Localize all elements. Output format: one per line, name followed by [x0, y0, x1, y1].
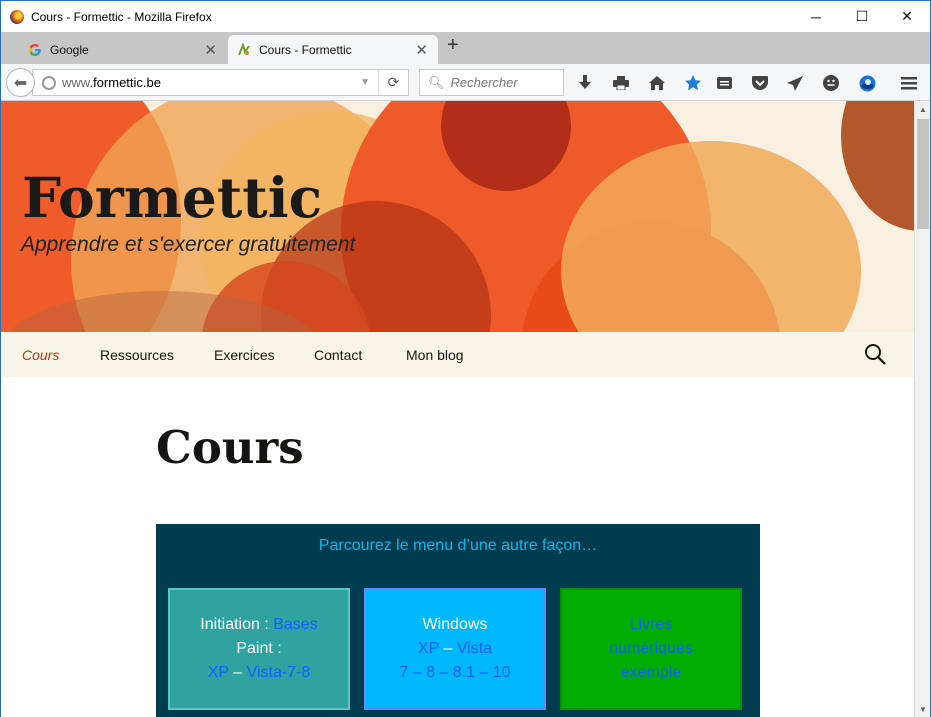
box-windows: Windows XP – Vista 7 – 8 – 8.1 – 10	[364, 588, 546, 710]
tab-strip: Google ✕ Cours - Formettic ✕	[1, 32, 930, 64]
url-domain: formettic.be	[93, 75, 161, 90]
window-titlebar: Cours - Formettic - Mozilla Firefox ─ ☐ …	[1, 1, 930, 32]
home-icon[interactable]	[646, 72, 668, 94]
tab-cours-formettic[interactable]: Cours - Formettic ✕	[228, 35, 438, 64]
url-bar[interactable]: www.formettic.be ▼ ⟳	[32, 69, 409, 96]
nav-item-mon-blog[interactable]: Mon blog	[406, 347, 464, 363]
download-icon[interactable]	[574, 72, 596, 94]
url-dropdown-icon[interactable]: ▼	[360, 77, 370, 88]
label-initiation: Initiation :	[200, 616, 274, 633]
nav-item-cours[interactable]: Cours	[22, 347, 59, 363]
url-prefix: www.	[62, 75, 94, 90]
bookmark-star-icon[interactable]	[682, 72, 704, 94]
pocket-icon[interactable]	[749, 72, 771, 94]
separator: –	[438, 640, 457, 657]
close-tab-icon[interactable]: ✕	[415, 41, 428, 59]
print-icon[interactable]	[610, 72, 632, 94]
globe-icon	[42, 75, 56, 90]
label-windows: Windows	[422, 616, 488, 633]
box-initiation: Initiation : Bases Paint : XP – Vista-7-…	[168, 588, 350, 710]
send-icon[interactable]	[784, 72, 806, 94]
main-nav: Cours Ressources Exercices Contact Mon b…	[1, 332, 914, 377]
scroll-thumb[interactable]	[917, 119, 929, 229]
search-box[interactable]: 🔍︎ Rechercher	[419, 69, 564, 96]
page-title: Cours	[156, 421, 304, 474]
search-placeholder: Rechercher	[450, 75, 518, 90]
sync-icon[interactable]	[856, 72, 878, 94]
link-paint-xp[interactable]: XP	[208, 664, 229, 681]
box-line: Initiation : Bases	[200, 613, 317, 637]
link-numeriques[interactable]: numériques	[609, 637, 693, 661]
minimize-button[interactable]: ─	[793, 1, 839, 32]
link-livres[interactable]: Livres	[630, 613, 673, 637]
link-windows-xp[interactable]: XP	[418, 640, 439, 657]
reload-icon[interactable]: ⟳	[378, 70, 408, 95]
vertical-scrollbar[interactable]: ▲ ▼	[914, 101, 930, 717]
back-button[interactable]: ⬅	[6, 68, 35, 97]
reading-list-icon[interactable]	[713, 72, 735, 94]
box-livres: Livres numériques exemple	[560, 588, 742, 710]
close-window-button[interactable]: ✕	[884, 1, 930, 32]
hamburger-menu-icon[interactable]	[898, 72, 920, 94]
close-tab-icon[interactable]: ✕	[204, 41, 217, 59]
box-line: XP – Vista-7-8	[208, 661, 311, 685]
alt-menu-panel: Parcourez le menu d’une autre façon… Ini…	[156, 524, 760, 717]
maximize-button[interactable]: ☐	[839, 1, 885, 32]
tab-google[interactable]: Google ✕	[19, 35, 227, 64]
navigation-toolbar: www.formettic.be ▼ ⟳ ⬅ 🔍︎ Rechercher	[1, 64, 930, 101]
back-arrow-icon: ⬅	[13, 74, 28, 92]
page-viewport: Formettic Apprendre et s'exercer gratuit…	[1, 101, 914, 717]
link-exemple[interactable]: exemple	[621, 661, 681, 685]
emoji-icon[interactable]	[820, 72, 842, 94]
nav-item-exercices[interactable]: Exercices	[214, 347, 275, 363]
google-icon	[28, 43, 42, 57]
box-line: XP – Vista	[418, 637, 492, 661]
panel-heading: Parcourez le menu d’une autre façon…	[318, 537, 598, 554]
label-paint: Paint :	[236, 640, 282, 657]
link-windows-vista[interactable]: Vista	[457, 640, 492, 657]
nav-item-contact[interactable]: Contact	[314, 347, 362, 363]
formettic-icon	[237, 42, 251, 57]
link-paint-vista-7-8[interactable]: Vista-7-8	[247, 664, 311, 681]
link-windows-7-8-10[interactable]: 7 – 8 – 8.1 – 10	[399, 661, 510, 685]
tab-title: Google	[50, 42, 89, 57]
scroll-up-icon[interactable]: ▲	[915, 101, 931, 117]
tab-title: Cours - Formettic	[259, 42, 352, 57]
header-banner: Formettic Apprendre et s'exercer gratuit…	[1, 101, 914, 332]
firefox-icon	[10, 9, 24, 24]
link-bases[interactable]: Bases	[273, 616, 317, 633]
new-tab-button[interactable]: +	[447, 34, 459, 57]
site-description: Apprendre et s'exercer gratuitement	[21, 233, 356, 256]
search-icon: 🔍︎	[428, 74, 445, 90]
separator: –	[228, 664, 247, 681]
nav-item-ressources[interactable]: Ressources	[100, 347, 174, 363]
site-title[interactable]: Formettic	[22, 165, 322, 230]
scroll-down-icon[interactable]: ▼	[915, 701, 931, 717]
url-text: www.formettic.be	[62, 75, 161, 90]
window-title: Cours - Formettic - Mozilla Firefox	[31, 9, 212, 24]
site-search-icon[interactable]	[864, 343, 886, 365]
